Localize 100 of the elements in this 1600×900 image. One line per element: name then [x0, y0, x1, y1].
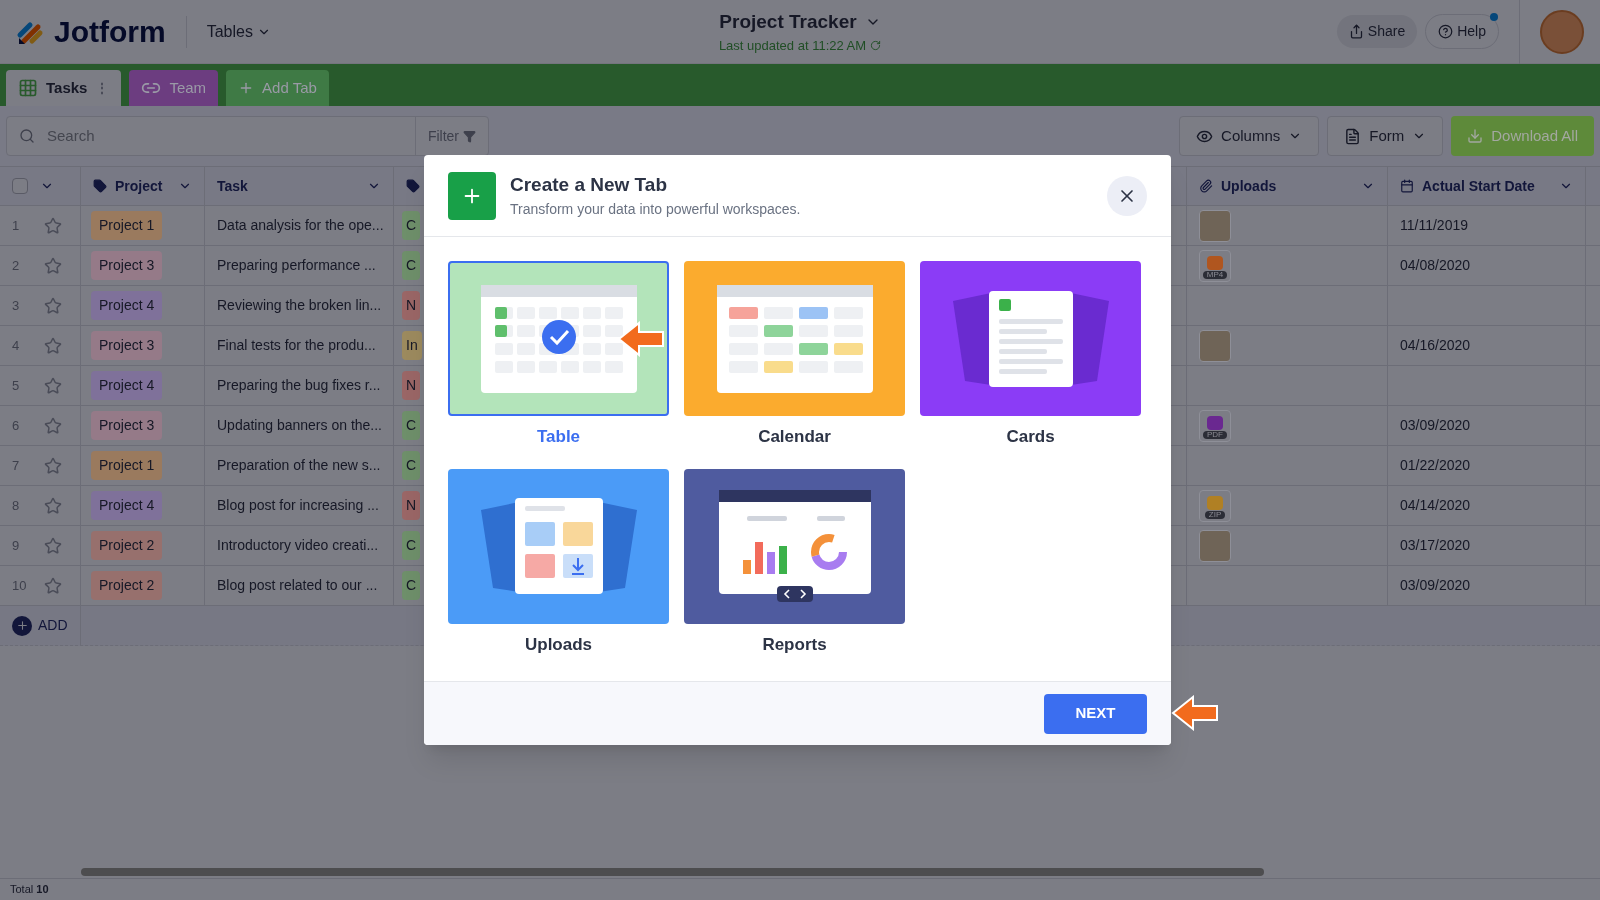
file-type-label: PDF	[1203, 430, 1227, 439]
section-dropdown[interactable]: Tables	[206, 19, 271, 44]
file-type-label: MP4	[1202, 270, 1228, 279]
project-tag: Project 4	[91, 491, 163, 520]
table-cell-text: Reviewing the broken lin...	[217, 296, 382, 315]
project-tag: Project 4	[91, 371, 163, 400]
tab[interactable]: Team	[129, 70, 219, 106]
column-header[interactable]: Project	[81, 167, 205, 205]
search-input[interactable]: Search	[47, 124, 415, 148]
select-all-checkbox[interactable]	[12, 178, 28, 194]
project-tag: Project 3	[91, 411, 163, 440]
star-icon[interactable]	[44, 576, 62, 595]
next-button[interactable]: NEXT	[1044, 693, 1147, 734]
date-cell-text: 01/22/2020	[1400, 456, 1471, 475]
file-type-label: ZIP	[1204, 510, 1226, 519]
table-cell-text: Data analysis for the ope...	[217, 216, 384, 235]
project-tag: Project 1	[91, 451, 163, 480]
star-icon[interactable]	[44, 256, 62, 275]
row-number: 9	[12, 536, 21, 555]
image-thumbnail	[1199, 529, 1231, 562]
image-thumbnail	[1199, 209, 1231, 242]
row-number: 4	[12, 336, 21, 355]
status-tag: C	[402, 211, 421, 240]
tab-type-label: Cards	[1006, 426, 1055, 448]
paperclip-icon	[1199, 179, 1213, 193]
status-tag: In	[402, 331, 422, 360]
project-tag: Project 2	[91, 531, 163, 560]
last-updated-text: Last updated at 11:22 AM	[718, 37, 867, 55]
date-cell-text: 04/08/2020	[1400, 256, 1471, 275]
row-number: 5	[12, 376, 21, 395]
help-icon	[1438, 24, 1454, 39]
table-cell-text: Preparing performance ...	[217, 256, 376, 275]
date-cell-text: 03/09/2020	[1400, 416, 1471, 435]
dialog-subtitle: Transform your data into powerful workspaces.	[510, 200, 802, 220]
form-icon	[1344, 127, 1362, 145]
scrollbar[interactable]	[81, 868, 1264, 876]
more-menu-icon[interactable]: ⋮	[95, 81, 110, 95]
tag-icon	[93, 179, 107, 193]
table-cell-text: Preparing the bug fixes r...	[217, 376, 381, 395]
download-icon	[1467, 128, 1484, 144]
filter-icon	[463, 129, 476, 143]
share-button[interactable]: Share	[1336, 15, 1418, 48]
star-icon[interactable]	[44, 336, 62, 355]
column-header[interactable]: Task	[205, 167, 394, 205]
status-tag: C	[402, 451, 421, 480]
star-icon[interactable]	[44, 416, 62, 435]
project-tag: Project 2	[91, 571, 163, 600]
share-icon	[1348, 24, 1364, 39]
search-field[interactable]: Search Filter	[6, 116, 489, 156]
column-header[interactable]: Uploads	[1187, 167, 1388, 205]
project-title-dropdown[interactable]: Project Tracker	[719, 7, 881, 36]
refresh-icon	[870, 40, 882, 52]
tab-type-label: Table	[536, 426, 581, 448]
tab-type-label: Reports	[762, 633, 827, 656]
close-button[interactable]	[1107, 175, 1147, 216]
total-count: Total 10	[9, 882, 50, 898]
row-number: 1	[12, 216, 21, 235]
row-number: 6	[12, 416, 21, 435]
status-tag: N	[402, 371, 421, 400]
search-icon	[19, 128, 35, 144]
row-number: 10	[12, 576, 28, 595]
avatar[interactable]	[1540, 9, 1584, 54]
tab-type-label: Calendar	[758, 426, 831, 448]
project-tag: Project 1	[91, 211, 163, 240]
tab-type-card[interactable]	[684, 468, 905, 624]
star-icon[interactable]	[44, 456, 62, 475]
tag-icon	[406, 179, 420, 193]
date-cell-text: 11/11/2019	[1400, 216, 1468, 235]
date-cell-text: 04/16/2020	[1400, 336, 1471, 355]
project-tag: Project 4	[91, 291, 163, 320]
status-tag: N	[402, 291, 421, 320]
grid-icon	[18, 78, 38, 98]
calendar-icon	[1400, 179, 1414, 193]
star-icon[interactable]	[44, 536, 62, 555]
table-cell-text: Introductory video creati...	[217, 536, 379, 555]
table-cell-text: Final tests for the produ...	[217, 336, 376, 355]
star-icon[interactable]	[44, 296, 62, 315]
image-thumbnail	[1199, 329, 1231, 362]
add-row-button[interactable]: ADD	[0, 606, 81, 645]
tab[interactable]: Tasks ⋮	[6, 70, 122, 106]
status-tag: C	[402, 411, 421, 440]
tab-type-label: Uploads	[524, 633, 593, 656]
plus-icon	[448, 171, 496, 220]
star-icon[interactable]	[44, 496, 62, 515]
date-cell-text: 03/09/2020	[1400, 576, 1471, 595]
brand-name: Jotform	[54, 14, 166, 50]
columns-button[interactable]: Columns	[1179, 116, 1320, 156]
status-tag: N	[402, 491, 421, 520]
pointer-arrow-icon	[617, 321, 665, 357]
star-icon[interactable]	[44, 376, 62, 395]
status-tag: C	[402, 571, 421, 600]
tab-type-card[interactable]	[920, 261, 1141, 416]
star-icon[interactable]	[44, 216, 62, 235]
table-cell-text: Preparation of the new s...	[217, 456, 381, 475]
table-cell-text: Blog post related to our ...	[217, 576, 378, 595]
date-cell-text: 03/17/2020	[1400, 536, 1471, 555]
dialog-title: Create a New Tab	[510, 172, 668, 197]
row-number: 7	[12, 456, 21, 475]
form-button[interactable]: Form	[1327, 116, 1444, 156]
column-header[interactable]: Actual Start Date	[1388, 167, 1586, 205]
